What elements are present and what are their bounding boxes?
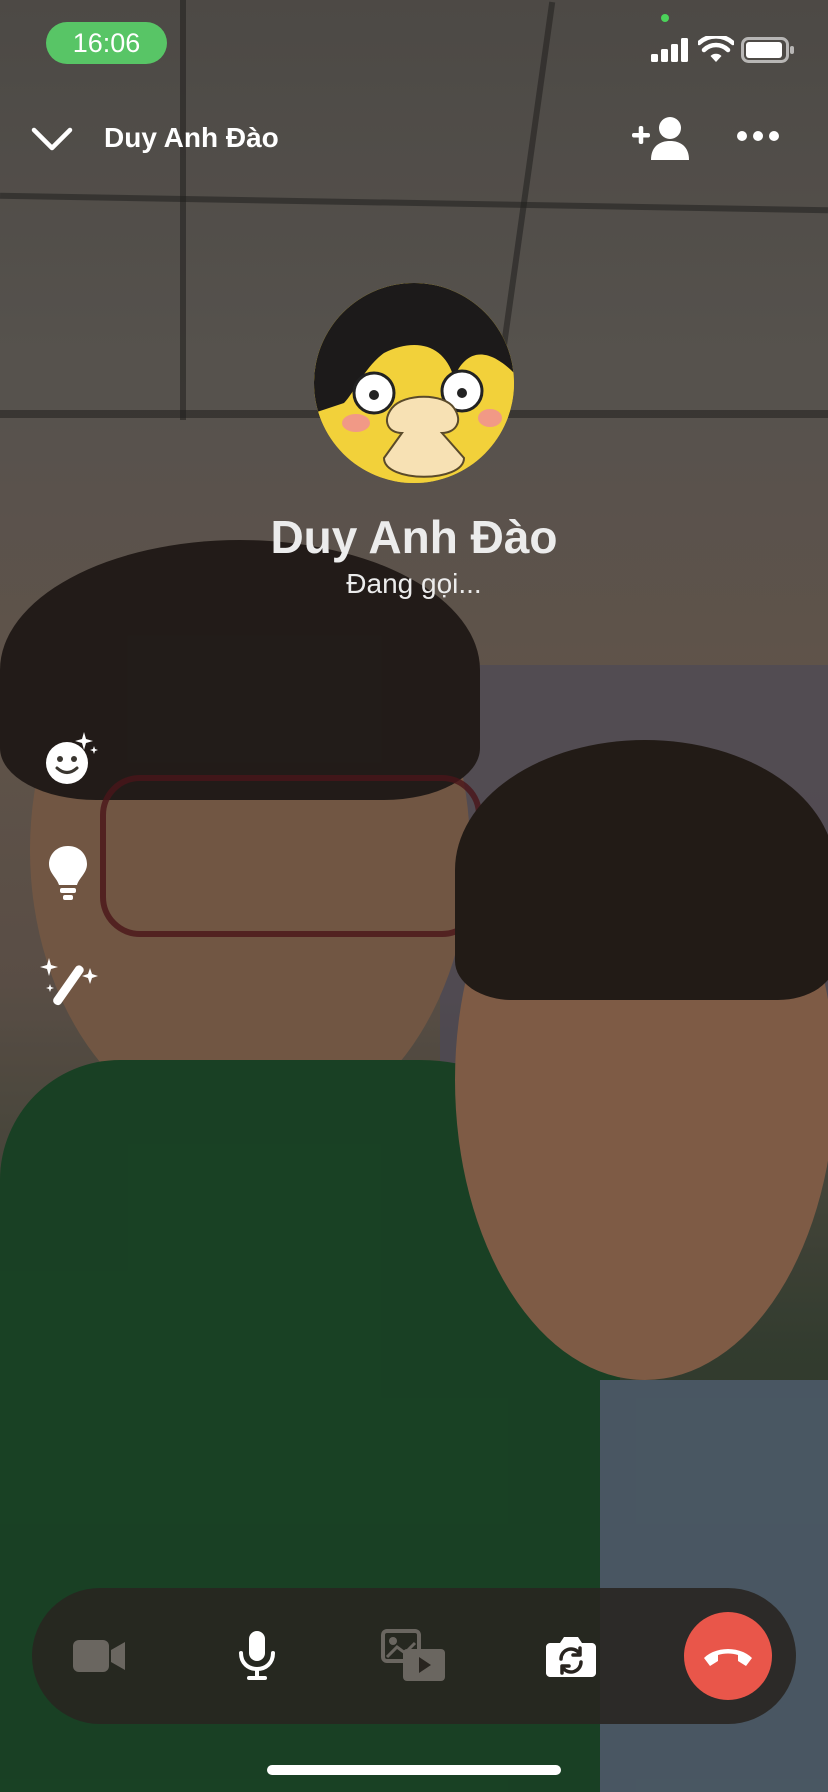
callee-avatar <box>314 283 514 483</box>
magic-wand-icon <box>40 958 98 1006</box>
microphone-button[interactable] <box>213 1612 301 1700</box>
lightbulb-icon <box>49 846 87 900</box>
wifi-icon <box>698 36 734 62</box>
effects-button[interactable] <box>40 730 100 790</box>
camera-feed <box>0 0 828 1792</box>
lighting-button[interactable] <box>40 842 100 902</box>
flip-camera-icon <box>546 1637 596 1677</box>
call-status: Đang gọi... <box>346 568 482 599</box>
effects-icon <box>46 732 98 784</box>
battery-icon <box>741 37 794 63</box>
privacy-indicator <box>661 14 669 22</box>
media-share-button[interactable] <box>370 1612 458 1700</box>
add-person-icon[interactable] <box>632 116 690 160</box>
callee-name: Duy Anh Đào <box>270 511 558 563</box>
more-icon[interactable] <box>736 130 780 142</box>
magic-button[interactable] <box>40 954 100 1014</box>
home-indicator[interactable] <box>267 1765 561 1775</box>
microphone-icon <box>239 1631 275 1680</box>
status-time[interactable]: 16:06 <box>46 22 167 64</box>
end-call-icon <box>704 1649 752 1666</box>
flip-camera-button[interactable] <box>527 1612 615 1700</box>
header-caller-name: Duy Anh Đào <box>104 122 279 153</box>
media-share-icon <box>381 1629 445 1681</box>
status-bar: 16:06 <box>0 0 828 90</box>
camera-toggle-button[interactable] <box>56 1612 144 1700</box>
cellular-signal-icon <box>651 38 688 62</box>
chevron-down-icon[interactable] <box>30 124 74 154</box>
end-call-button[interactable] <box>684 1612 772 1700</box>
video-camera-icon <box>73 1640 125 1672</box>
